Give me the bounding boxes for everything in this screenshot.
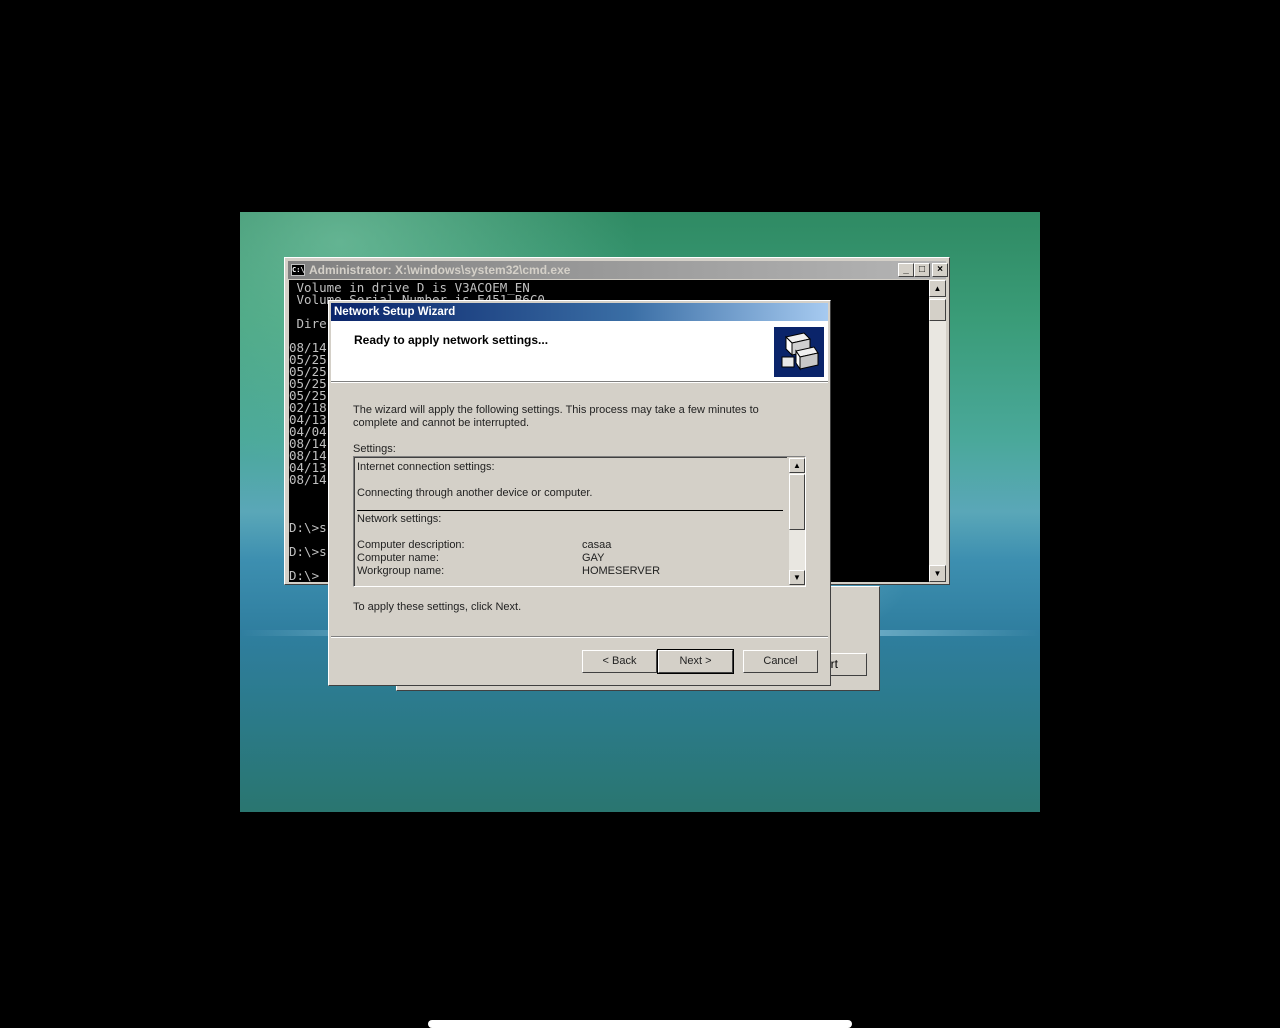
- wizard-header: Ready to apply network settings...: [331, 321, 828, 382]
- console-line: D:\>: [289, 568, 320, 582]
- setting-value: HOMESERVER: [582, 565, 661, 577]
- settings-scroll-down-button[interactable]: ▼: [789, 570, 805, 585]
- console-titlebar[interactable]: C:\ Administrator: X:\windows\system32\c…: [288, 261, 948, 279]
- setting-label: Computer description:: [357, 539, 465, 551]
- scroll-thumb[interactable]: [929, 299, 946, 321]
- setting-value: casaa: [582, 539, 612, 551]
- apply-note: To apply these settings, click Next.: [353, 601, 522, 613]
- back-button[interactable]: < Back: [582, 650, 657, 673]
- network-settings-heading: Network settings:: [357, 513, 442, 525]
- next-button[interactable]: Next >: [657, 649, 734, 674]
- console-title: Administrator: X:\windows\system32\cmd.e…: [309, 263, 571, 277]
- setting-label: Computer name:: [357, 552, 439, 564]
- minimize-button[interactable]: _: [898, 263, 914, 277]
- internet-settings-heading: Internet connection settings:: [357, 461, 495, 473]
- wizard-titlebar[interactable]: Network Setup Wizard: [331, 303, 828, 321]
- console-line: Dire: [289, 316, 327, 331]
- button-separator: [331, 636, 828, 638]
- settings-divider: [357, 510, 783, 511]
- wizard-header-title: Ready to apply network settings...: [354, 333, 549, 347]
- console-line: D:\>s: [289, 520, 327, 535]
- maximize-button[interactable]: □: [914, 263, 930, 277]
- settings-content: Internet connection settings: Connecting…: [354, 457, 787, 586]
- settings-label: Settings:: [353, 443, 396, 455]
- close-button[interactable]: ×: [932, 263, 948, 277]
- setting-label: Workgroup name:: [357, 565, 445, 577]
- console-line: 08/14: [289, 472, 327, 487]
- settings-scroll-thumb[interactable]: [789, 474, 805, 530]
- home-indicator: [428, 1020, 852, 1028]
- scroll-up-button[interactable]: ▲: [929, 280, 946, 297]
- console-scrollbar[interactable]: ▲ ▼: [929, 280, 946, 582]
- settings-scrollbar[interactable]: ▲ ▼: [789, 458, 805, 585]
- console-line: D:\>s: [289, 544, 327, 559]
- settings-listbox[interactable]: Internet connection settings: Connecting…: [353, 456, 806, 587]
- internet-settings-value: Connecting through another device or com…: [357, 487, 593, 499]
- console-app-icon: C:\: [291, 264, 305, 276]
- wizard-intro-text: The wizard will apply the following sett…: [353, 404, 759, 429]
- header-separator: [331, 382, 828, 383]
- wizard-title: Network Setup Wizard: [334, 306, 456, 318]
- network-computers-icon: [774, 327, 824, 377]
- network-setup-wizard: Network Setup Wizard Ready to apply netw…: [328, 300, 831, 686]
- settings-scroll-up-button[interactable]: ▲: [789, 458, 805, 473]
- cancel-button[interactable]: Cancel: [743, 650, 818, 673]
- scroll-down-button[interactable]: ▼: [929, 565, 946, 582]
- setting-value: GAY: [582, 552, 605, 564]
